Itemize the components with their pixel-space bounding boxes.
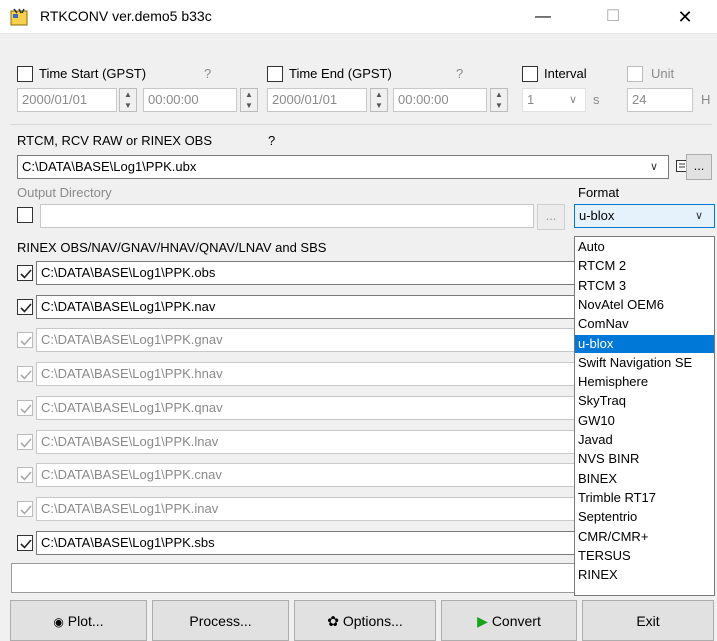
convert-button-label: Convert: [491, 613, 541, 629]
maximize-button[interactable]: ☐: [590, 0, 636, 34]
chevron-down-icon: ∨: [569, 94, 578, 106]
play-icon: ▶: [477, 613, 488, 629]
time-start-help[interactable]: ?: [204, 66, 211, 81]
format-option[interactable]: NovAtel OEM6: [575, 296, 714, 314]
time-end-time-field[interactable]: 00:00:00: [393, 88, 487, 112]
options-button-label: Options...: [342, 613, 403, 629]
exit-button-label: Exit: [636, 613, 660, 629]
time-start-time-field[interactable]: 00:00:00: [143, 88, 237, 112]
interval-unit: s: [593, 92, 600, 107]
chevron-down-icon: ∨: [650, 161, 659, 173]
format-option[interactable]: NVS BINR: [575, 450, 714, 468]
rinex-file-checkbox[interactable]: [17, 298, 33, 315]
time-start-date-field[interactable]: 2000/01/01: [17, 88, 117, 112]
title-bar: RTKCONV ver.demo5 b33c — ☐ ✕: [0, 0, 717, 34]
close-button[interactable]: ✕: [662, 0, 708, 34]
format-option[interactable]: CMR/CMR+: [575, 528, 714, 546]
options-button[interactable]: ✿ Options...: [294, 600, 436, 641]
input-file-label: RTCM, RCV RAW or RINEX OBS: [17, 133, 213, 148]
input-file-path: C:\DATA\BASE\Log1\PPK.ubx: [22, 159, 197, 174]
rinex-file-checkbox[interactable]: [17, 366, 33, 383]
format-option[interactable]: Septentrio: [575, 508, 714, 526]
process-button[interactable]: Process...: [152, 600, 289, 641]
rinex-file-checkbox[interactable]: [17, 433, 33, 450]
app-icon: [10, 8, 30, 26]
output-directory-field[interactable]: [40, 204, 534, 228]
unit-checkbox[interactable]: [627, 66, 643, 82]
minimize-button[interactable]: —: [520, 0, 566, 34]
format-option[interactable]: Trimble RT17: [575, 489, 714, 507]
input-file-help[interactable]: ?: [268, 133, 275, 148]
format-option[interactable]: Auto: [575, 238, 714, 256]
time-start-date-spinner[interactable]: ▲ ▼: [119, 88, 137, 112]
time-start-checkbox[interactable]: [17, 66, 33, 82]
rinex-file-field[interactable]: C:\DATA\BASE\Log1\PPK.hnav: [36, 362, 576, 387]
rinex-file-field[interactable]: C:\DATA\BASE\Log1\PPK.sbs: [36, 530, 576, 555]
exit-button[interactable]: Exit: [582, 600, 714, 641]
interval-select[interactable]: 1 ∨: [522, 88, 586, 112]
output-browse-button[interactable]: ...: [537, 204, 565, 230]
rinex-file-field[interactable]: C:\DATA\BASE\Log1\PPK.inav: [36, 496, 576, 521]
rinex-file-field[interactable]: C:\DATA\BASE\Log1\PPK.gnav: [36, 328, 576, 353]
time-end-date-spinner[interactable]: ▲ ▼: [370, 88, 388, 112]
format-option[interactable]: RINEX: [575, 566, 714, 584]
window-title: RTKCONV ver.demo5 b33c: [40, 8, 212, 24]
format-option[interactable]: Javad: [575, 431, 714, 449]
format-dropdown-list[interactable]: Auto RTCM 2 RTCM 3 NovAtel OEM6 ComNav u-blox…: [574, 236, 715, 596]
output-directory-checkbox[interactable]: [17, 207, 33, 223]
time-end-help[interactable]: ?: [456, 66, 463, 81]
time-end-checkbox[interactable]: [267, 66, 283, 82]
format-option[interactable]: Swift Navigation SE: [575, 354, 714, 372]
plot-button-label: Plot...: [67, 613, 104, 629]
format-option[interactable]: u-blox: [575, 334, 714, 353]
format-option[interactable]: ComNav: [575, 315, 714, 333]
time-end-date-field[interactable]: 2000/01/01: [267, 88, 367, 112]
time-end-time-spinner[interactable]: ▲ ▼: [490, 88, 508, 112]
time-start-label: Time Start (GPST): [39, 66, 147, 81]
rinex-file-field[interactable]: C:\DATA\BASE\Log1\PPK.nav: [36, 294, 576, 319]
format-option[interactable]: GW10: [575, 412, 714, 430]
unit-suffix: H: [701, 92, 711, 107]
gear-icon: ✿: [327, 613, 339, 629]
interval-value: 1: [527, 92, 535, 107]
output-directory-label: Output Directory: [17, 185, 112, 200]
input-file-combo[interactable]: C:\DATA\BASE\Log1\PPK.ubx ∨: [17, 155, 669, 179]
process-button-label: Process...: [189, 613, 252, 629]
plot-icon: ◉: [53, 615, 64, 629]
format-value: u-blox: [579, 208, 615, 223]
rinex-file-checkbox[interactable]: [17, 467, 33, 484]
chevron-down-icon: ∨: [695, 210, 704, 222]
time-start-time-spinner[interactable]: ▲ ▼: [240, 88, 258, 112]
rinex-file-checkbox[interactable]: [17, 500, 33, 517]
format-option[interactable]: RTCM 3: [575, 277, 714, 295]
interval-label: Interval: [544, 66, 587, 81]
plot-button[interactable]: ◉ Plot...: [10, 600, 147, 641]
format-option[interactable]: RTCM 2: [575, 257, 714, 275]
rinex-file-field[interactable]: C:\DATA\BASE\Log1\PPK.lnav: [36, 429, 576, 454]
rinex-file-field[interactable]: C:\DATA\BASE\Log1\PPK.qnav: [36, 395, 576, 420]
rinex-file-field[interactable]: C:\DATA\BASE\Log1\PPK.obs: [36, 261, 576, 285]
format-option[interactable]: TERSUS: [575, 547, 714, 565]
convert-button[interactable]: ▶ Convert: [441, 600, 577, 641]
rinex-file-checkbox[interactable]: [17, 534, 33, 551]
rinex-file-checkbox[interactable]: [17, 265, 33, 281]
divider: [10, 124, 712, 125]
input-browse-button[interactable]: ...: [686, 154, 712, 180]
format-option[interactable]: SkyTraq: [575, 392, 714, 410]
rinex-output-label: RINEX OBS/NAV/GNAV/HNAV/QNAV/LNAV and SB…: [17, 240, 327, 255]
interval-checkbox[interactable]: [522, 66, 538, 82]
unit-label: Unit: [651, 66, 675, 81]
unit-field[interactable]: 24: [627, 88, 693, 112]
format-option[interactable]: BINEX: [575, 470, 714, 488]
rinex-file-checkbox[interactable]: [17, 332, 33, 349]
format-label: Format: [578, 185, 620, 200]
time-end-label: Time End (GPST): [289, 66, 392, 81]
rinex-file-field[interactable]: C:\DATA\BASE\Log1\PPK.cnav: [36, 463, 576, 488]
rinex-file-checkbox[interactable]: [17, 399, 33, 416]
format-select[interactable]: u-blox ∨: [574, 204, 715, 228]
format-option[interactable]: Hemisphere: [575, 373, 714, 391]
